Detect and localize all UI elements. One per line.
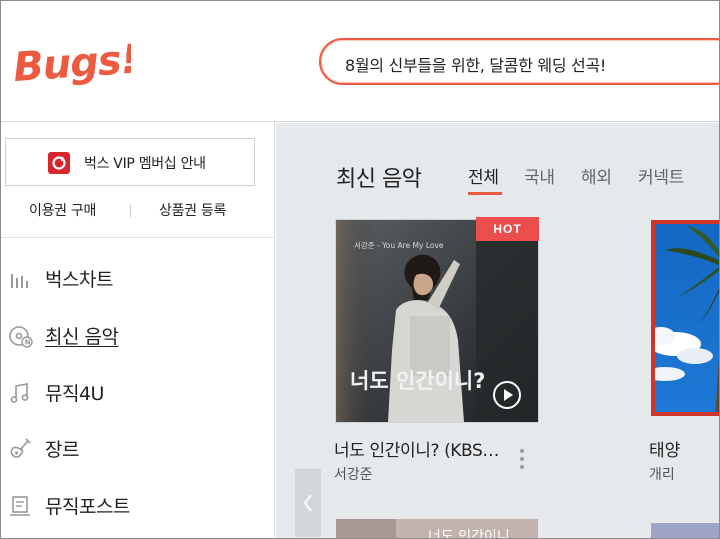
ticket-links: 이용권 구매 상품권 등록	[1, 200, 275, 224]
music-note-icon	[10, 383, 29, 403]
app-window: Bugs! 8월의 신부들을 위한, 달콤한 웨딩 선곡! 벅스 VIP 멤버십…	[0, 0, 720, 539]
album-cover-art	[655, 224, 719, 412]
sidebar-divider	[1, 237, 275, 238]
sidebar-item-label: 뮤직4U	[45, 383, 104, 405]
sidebar-item-new-music[interactable]: N 최신 음악	[1, 315, 275, 355]
album-cover[interactable]: 서강준 - You Are My Love 너도 인간이니?	[336, 220, 538, 422]
buy-ticket-link[interactable]: 이용권 구매	[29, 200, 96, 220]
main-content: 최신 음악 전체 국내 해외 커넥트 서강준 - You Are My Love…	[276, 123, 719, 539]
hot-badge: HOT	[476, 217, 539, 241]
section-title: 최신 음악	[336, 167, 422, 192]
sidebar-item-label: 최신 음악	[45, 326, 119, 348]
bugs-logo[interactable]: Bugs!	[11, 31, 131, 87]
active-tab-indicator	[468, 192, 502, 195]
album-title[interactable]: 태양	[649, 436, 680, 461]
album-cover[interactable]	[651, 220, 719, 416]
sidebar-item-music4u[interactable]: 뮤직4U	[1, 372, 275, 412]
sidebar-item-genre[interactable]: 장르	[1, 428, 275, 468]
register-voucher-link[interactable]: 상품권 등록	[159, 200, 226, 220]
album-cover-title: 너도 인간이니?	[350, 369, 485, 393]
logo-text: Bugs!	[12, 36, 131, 87]
album-artist[interactable]: 서강준	[334, 464, 373, 484]
album-cover[interactable]: 너도 인간이니	[336, 519, 538, 539]
svg-text:N: N	[25, 339, 31, 347]
carousel-prev-button[interactable]	[295, 469, 321, 537]
post-icon	[10, 496, 30, 516]
search-promo-text: 8월의 신부들을 위한, 달콤한 웨딩 선곡!	[345, 56, 607, 75]
sidebar-item-chart[interactable]: 벅스차트	[1, 258, 275, 298]
sidebar-item-label: 장르	[45, 439, 79, 461]
sidebar-item-label: 벅스차트	[45, 269, 113, 291]
album-cover-art: 너도 인간이니	[336, 519, 538, 539]
sidebar: 벅스 VIP 멤버십 안내 이용권 구매 상품권 등록 벅스차트 N 최신 음악…	[1, 122, 275, 538]
album-cover-caption: 너도 인간이니	[428, 529, 510, 539]
album-cover[interactable]	[651, 523, 719, 538]
album-cover-caption: 서강준 - You Are My Love	[354, 240, 444, 250]
new-disc-icon: N	[9, 326, 33, 348]
tab-all[interactable]: 전체	[468, 163, 499, 188]
chevron-left-icon	[303, 494, 312, 512]
vip-membership-button[interactable]: 벅스 VIP 멤버십 안내	[5, 138, 255, 186]
link-separator	[130, 205, 131, 217]
tab-domestic[interactable]: 국내	[524, 163, 555, 188]
chart-bars-icon	[11, 274, 28, 288]
play-icon[interactable]	[492, 380, 522, 410]
tab-connect[interactable]: 커넥트	[638, 163, 684, 188]
vip-membership-icon	[48, 152, 70, 174]
header: Bugs! 8월의 신부들을 위한, 달콤한 웨딩 선곡!	[1, 1, 719, 122]
vip-membership-label: 벅스 VIP 멤버십 안내	[84, 156, 206, 172]
tab-overseas[interactable]: 해외	[581, 163, 612, 188]
sidebar-item-label: 뮤직포스트	[45, 496, 130, 518]
sidebar-item-music-post[interactable]: 뮤직포스트	[1, 485, 275, 525]
search-box[interactable]: 8월의 신부들을 위한, 달콤한 웨딩 선곡!	[319, 38, 719, 85]
album-artist[interactable]: 개리	[649, 464, 675, 484]
guitar-icon	[10, 438, 31, 458]
album-title[interactable]: 너도 인간이니? (KBS…	[334, 436, 499, 461]
more-options-icon[interactable]	[519, 449, 525, 473]
